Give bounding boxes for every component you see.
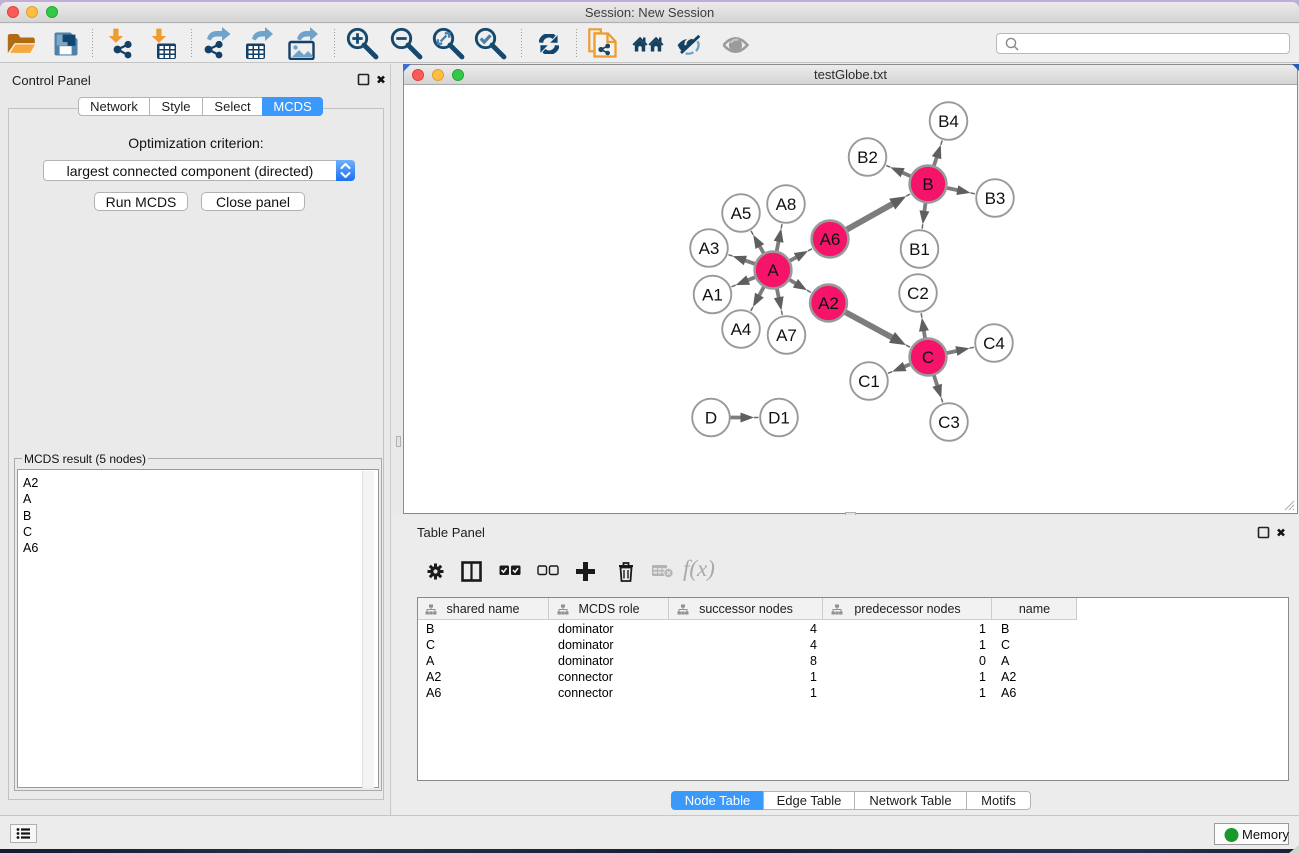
svg-text:D: D <box>705 409 717 428</box>
svg-text:C4: C4 <box>983 334 1005 353</box>
svg-text:A1: A1 <box>702 286 723 305</box>
svg-text:B2: B2 <box>857 148 878 167</box>
svg-text:B4: B4 <box>938 112 959 131</box>
svg-text:A: A <box>767 261 779 280</box>
svg-text:B: B <box>922 175 933 194</box>
svg-text:B1: B1 <box>909 240 930 259</box>
svg-text:A8: A8 <box>776 195 797 214</box>
svg-text:A6: A6 <box>820 230 841 249</box>
svg-text:A7: A7 <box>776 326 797 345</box>
svg-text:A3: A3 <box>699 239 720 258</box>
svg-text:A4: A4 <box>731 320 752 339</box>
svg-text:C3: C3 <box>938 413 960 432</box>
svg-text:B3: B3 <box>985 189 1006 208</box>
svg-text:A2: A2 <box>818 294 839 313</box>
svg-text:D1: D1 <box>768 409 790 428</box>
svg-text:C1: C1 <box>858 372 880 391</box>
svg-text:C2: C2 <box>907 284 929 303</box>
svg-text:A5: A5 <box>731 204 752 223</box>
svg-text:C: C <box>922 348 934 367</box>
